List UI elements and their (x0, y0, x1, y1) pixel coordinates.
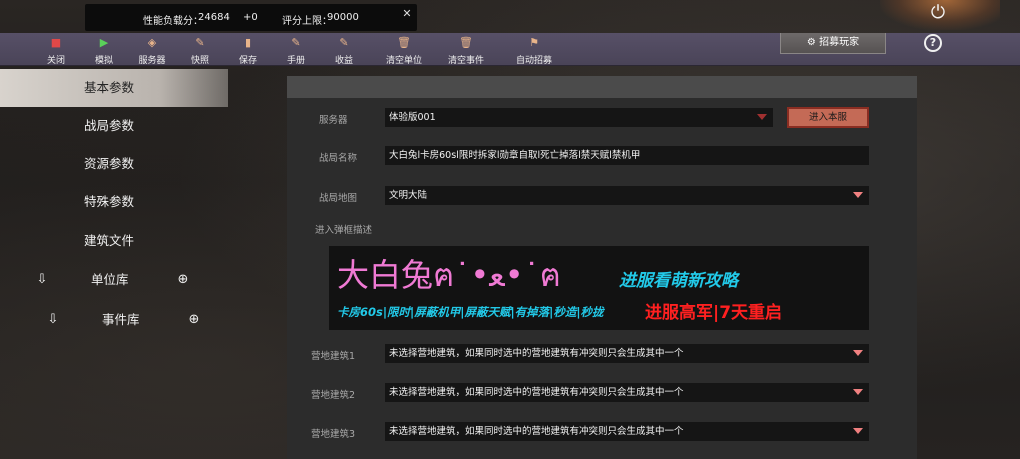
battle-map-value: 文明大陆 (389, 190, 428, 201)
battle-map-label: 战局地图 (319, 193, 358, 204)
trash-icon: 🗑︎ (397, 36, 411, 49)
recruit-icon: ⚙ (806, 37, 816, 48)
chevron-down-icon (853, 389, 863, 395)
sidebar-item-label: 建筑文件 (84, 233, 135, 248)
import-icon[interactable]: ⇩ (45, 305, 61, 335)
toolbar-clear-events-button[interactable]: 🗑︎ 清空事件 (438, 36, 494, 66)
score-limit-label: 评分上限： (282, 16, 332, 27)
event-library-label[interactable]: 事件库 (102, 305, 140, 335)
camp-building-3-value: 未选择营地建筑，如果同时选中的营地建筑有冲突则只会生成其中一个 (389, 426, 684, 437)
recruit-players-button[interactable]: ⚙ 招募玩家 (780, 33, 886, 54)
income-icon: ✎ (339, 36, 349, 49)
performance-stats-bar: 性能负载分： 24684 +0 评分上限： 90000 ✕ (85, 4, 417, 31)
chevron-down-icon (853, 428, 863, 434)
add-folder-icon[interactable]: ⊕ (173, 265, 193, 295)
close-stats-icon[interactable]: ✕ (401, 8, 413, 20)
camp-building-1-value: 未选择营地建筑，如果同时选中的营地建筑有冲突则只会生成其中一个 (389, 348, 684, 359)
server-label: 服务器 (319, 115, 348, 126)
toolbar-item-label: 清空事件 (447, 56, 484, 66)
camp-building-2-label: 营地建筑2 (311, 390, 356, 401)
unit-library-row: ⇩ 单位库 ⊕ (0, 265, 228, 295)
camp-building-1-label: 营地建筑1 (311, 351, 356, 362)
sidebar-item-label: 资源参数 (84, 156, 135, 171)
flag-icon: ⚑ (529, 36, 539, 49)
add-folder-icon[interactable]: ⊕ (184, 305, 204, 335)
sidebar-item-label: 特殊参数 (84, 194, 135, 209)
camp-building-2-dropdown[interactable]: 未选择营地建筑，如果同时选中的营地建筑有冲突则只会生成其中一个 (385, 383, 869, 402)
toolbar-item-label: 清空单位 (385, 56, 422, 66)
score-limit-value: 90000 (327, 12, 359, 23)
unit-library-label[interactable]: 单位库 (91, 265, 129, 295)
camp-building-3-dropdown[interactable]: 未选择营地建筑，如果同时选中的营地建筑有冲突则只会生成其中一个 (385, 422, 869, 441)
main-toolbar: ■ 关闭 ▶ 模拟 ◈ 服务器 ✎ 快照 ▮ 保存 ✎ 手册 ✎ 收益 🗑︎ 清… (0, 33, 1020, 66)
description-title-text: 大白兔ฅ˙•ﻌ•˙ฅ (337, 256, 562, 294)
event-library-row: ⇩ 事件库 ⊕ (0, 305, 228, 335)
server-value: 体验版001 (389, 112, 436, 123)
chevron-down-icon (853, 350, 863, 356)
sidebar-item-building-files[interactable]: 建筑文件 (0, 222, 228, 260)
chevron-down-icon (853, 192, 863, 198)
sidebar-item-basic-params[interactable]: 基本参数 (0, 69, 228, 107)
perf-load-delta: +0 (243, 12, 258, 23)
trash-icon: 🗑︎ (459, 36, 473, 49)
toolbar-income-button[interactable]: ✎ 收益 (316, 36, 372, 66)
toolbar-clear-units-button[interactable]: 🗑︎ 清空单位 (376, 36, 432, 66)
server-dropdown[interactable]: 体验版001 (385, 108, 773, 127)
recruit-players-label: 招募玩家 (819, 37, 860, 48)
camp-building-1-dropdown[interactable]: 未选择营地建筑，如果同时选中的营地建筑有冲突则只会生成其中一个 (385, 344, 869, 363)
perf-load-value: 24684 (198, 12, 230, 23)
toolbar-item-label: 收益 (334, 56, 353, 66)
battle-name-label: 战局名称 (319, 153, 358, 164)
sidebar-item-resource-params[interactable]: 资源参数 (0, 145, 228, 183)
chevron-down-icon (757, 114, 767, 120)
entry-description-preview[interactable]: 大白兔ฅ˙•ﻌ•˙ฅ 进服看萌新攻略 卡房60s|限时|屏蔽机甲|屏蔽天赋|有掉… (329, 246, 869, 330)
perf-load-label: 性能负载分： (143, 16, 203, 27)
settings-sidebar: 基本参数 战局参数 资源参数 特殊参数 建筑文件 ⇩ 单位库 ⊕ ⇩ 事件库 ⊕ (0, 67, 228, 459)
sidebar-item-label: 基本参数 (84, 80, 135, 95)
description-rules-text: 卡房60s|限时|屏蔽机甲|屏蔽天赋|有掉落|秒造|秒拢 (337, 305, 604, 319)
battle-name-input[interactable]: 大白兔l卡房60sl限时拆家l勋章自取l死亡掉落l禁天赋l禁机甲 (385, 146, 869, 165)
sidebar-item-battle-params[interactable]: 战局参数 (0, 107, 228, 145)
toolbar-item-label: 自动招募 (515, 56, 552, 66)
power-icon[interactable]: ⏻ (927, 2, 949, 24)
toolbar-auto-recruit-button[interactable]: ⚑ 自动招募 (506, 36, 562, 66)
import-icon[interactable]: ⇩ (34, 265, 50, 295)
sidebar-item-label: 战局参数 (84, 118, 135, 133)
description-guide-text: 进服看萌新攻略 (619, 271, 738, 291)
camp-building-2-value: 未选择营地建筑，如果同时选中的营地建筑有冲突则只会生成其中一个 (389, 387, 684, 398)
entry-description-label: 进入弹框描述 (315, 225, 373, 236)
basic-params-panel: 服务器 体验版001 进入本服 战局名称 大白兔l卡房60sl限时拆家l勋章自取… (287, 76, 917, 459)
battle-map-dropdown[interactable]: 文明大陆 (385, 186, 869, 205)
camp-building-3-label: 营地建筑3 (311, 429, 356, 440)
help-icon[interactable]: ? (924, 34, 942, 52)
sidebar-item-special-params[interactable]: 特殊参数 (0, 183, 228, 221)
description-highlight-text: 进服高军|7天重启 (645, 303, 783, 323)
enter-server-button[interactable]: 进入本服 (787, 107, 869, 128)
